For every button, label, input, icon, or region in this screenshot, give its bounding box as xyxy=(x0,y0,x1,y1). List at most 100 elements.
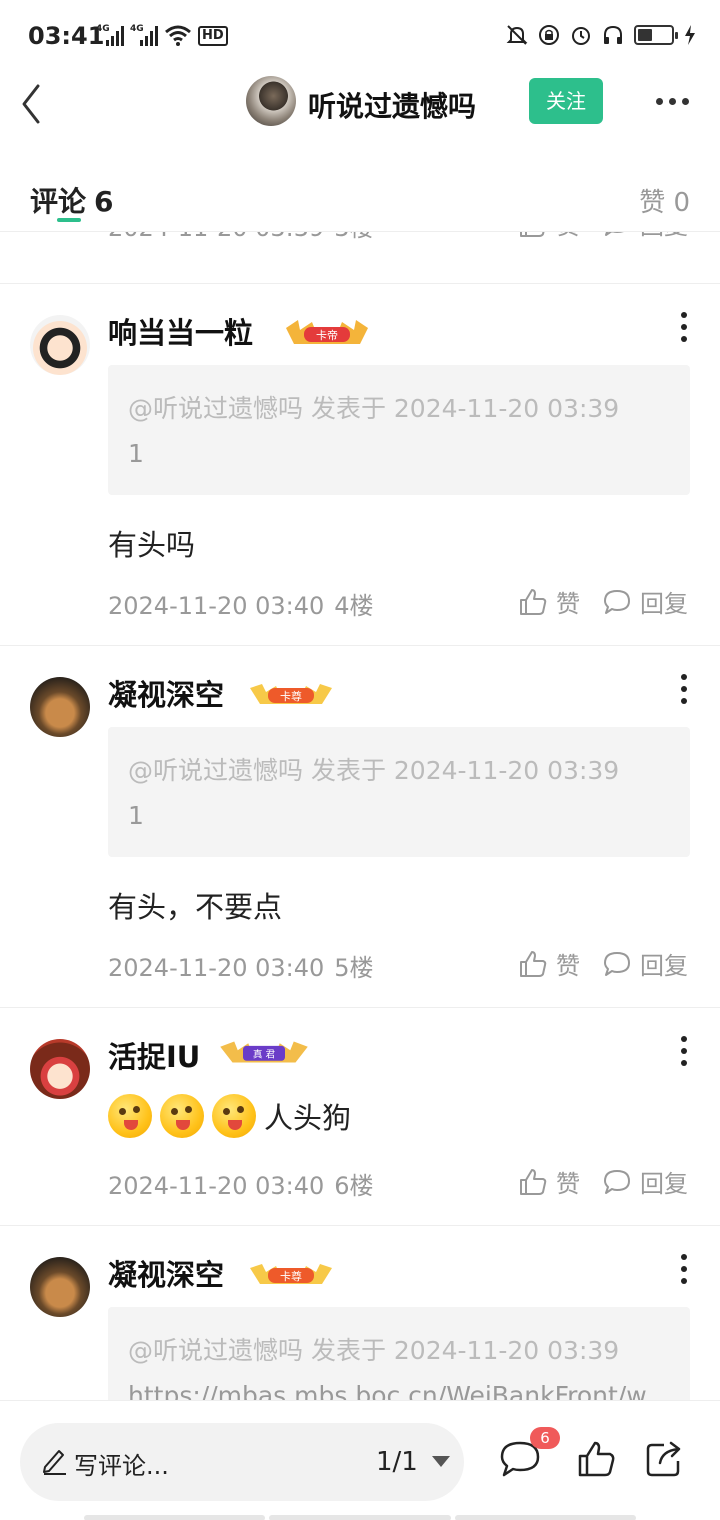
comment-tabs: 评论 6 赞 0 xyxy=(0,164,720,232)
avatar[interactable] xyxy=(30,1039,90,1099)
thumbs-up-icon[interactable] xyxy=(576,1439,616,1479)
quote-text[interactable]: https://mbas.mbs.boc.cn/WeiBankFront/w xyxy=(128,1381,670,1400)
tab-comments[interactable]: 评论 6 xyxy=(30,180,114,220)
comment-time: 2024-11-20 03:40 xyxy=(108,1172,325,1200)
comment-list[interactable]: 2024-11-20 03:39 3楼 赞 回复 响当当一粒 卡帝 @听说过遗憾吗… xyxy=(0,232,720,1400)
gesture-bar xyxy=(84,1515,636,1520)
signal-icon: 4G xyxy=(96,24,124,46)
page-header: 听说过遗憾吗 关注 xyxy=(0,72,720,136)
headphones-icon xyxy=(604,25,622,44)
thumbs-up-icon xyxy=(520,588,547,615)
tab-comments-count: 6 xyxy=(94,185,114,218)
reply-button[interactable]: 回复 xyxy=(602,946,688,981)
wifi-icon xyxy=(165,25,191,46)
comment-meta: 2024-11-20 03:39 3楼 xyxy=(108,232,374,243)
follow-button[interactable]: 关注 xyxy=(529,78,603,124)
speech-bubble-icon xyxy=(604,589,630,614)
comment-item: 2024-11-20 03:39 3楼 赞 回复 xyxy=(0,232,720,284)
system-indicators xyxy=(506,24,696,46)
hd-icon: HD xyxy=(198,26,228,46)
comment-meta: 2024-11-20 03:40 5楼 xyxy=(108,948,374,983)
bottom-bar: 写评论... 1/1 6 xyxy=(0,1400,720,1520)
comment-count-badge: 6 xyxy=(530,1427,560,1449)
comment-menu-icon[interactable] xyxy=(680,312,688,342)
quoted-comment[interactable]: @听说过遗憾吗 发表于 2024-11-20 03:39 1 xyxy=(108,727,690,857)
more-options-icon[interactable] xyxy=(652,86,692,116)
comment-item: 凝视深空 卡尊 @听说过遗憾吗 发表于 2024-11-20 03:39 htt… xyxy=(0,1226,720,1400)
bell-off-icon xyxy=(506,25,528,45)
comment-meta: 2024-11-20 03:40 4楼 xyxy=(108,586,374,621)
comment-time: 2024-11-20 03:40 xyxy=(108,592,325,620)
write-comment-input[interactable]: 写评论... 1/1 xyxy=(20,1423,464,1501)
commenter-name[interactable]: 凝视深空 xyxy=(108,672,224,714)
comment-text: 人头狗 xyxy=(108,1094,351,1138)
chevron-down-icon[interactable] xyxy=(432,1456,450,1467)
comment-item: 凝视深空 卡尊 @听说过遗憾吗 发表于 2024-11-20 03:39 1 有… xyxy=(0,646,720,1008)
commenter-name[interactable]: 活捉IU xyxy=(108,1034,200,1076)
like-button[interactable]: 赞 xyxy=(518,232,580,241)
author-avatar[interactable] xyxy=(246,76,296,126)
like-label: 赞 xyxy=(556,1170,580,1198)
pencil-icon xyxy=(43,1450,66,1475)
like-label: 赞 xyxy=(556,590,580,618)
emoji-icon xyxy=(108,1094,152,1138)
page-indicator[interactable]: 1/1 xyxy=(376,1447,418,1477)
comment-floor: 4楼 xyxy=(334,592,374,620)
comment-time: 2024-11-20 03:40 xyxy=(108,954,325,982)
quote-header: @听说过遗憾吗 发表于 2024-11-20 03:39 xyxy=(128,756,620,785)
comment-menu-icon[interactable] xyxy=(680,1254,688,1284)
share-icon[interactable] xyxy=(644,1439,684,1479)
quote-text: 1 xyxy=(128,801,144,830)
lock-rotation-icon xyxy=(539,25,559,45)
rank-badge-label: 卡尊 xyxy=(280,689,302,703)
rank-badge-label: 卡尊 xyxy=(280,1269,302,1283)
battery-icon xyxy=(634,25,678,45)
like-button[interactable]: 赞 xyxy=(518,584,580,619)
comment-time: 2024-11-20 03:39 xyxy=(108,232,324,242)
status-time: 03:41 xyxy=(28,22,105,50)
thumbs-up-icon xyxy=(520,1168,547,1195)
comment-menu-icon[interactable] xyxy=(680,674,688,704)
commenter-name[interactable]: 凝视深空 xyxy=(108,1252,224,1294)
network-indicators: 4G 4G HD xyxy=(96,24,228,46)
reply-button[interactable]: 回复 xyxy=(602,232,688,241)
comment-text-content: 人头狗 xyxy=(264,1101,352,1135)
avatar[interactable] xyxy=(30,677,90,737)
speech-bubble-icon xyxy=(604,1169,630,1194)
reply-label: 回复 xyxy=(640,232,688,241)
reply-button[interactable]: 回复 xyxy=(602,1164,688,1199)
rank-badge: 卡尊 xyxy=(250,684,332,704)
alarm-icon xyxy=(572,27,590,45)
signal-icon: 4G xyxy=(130,24,158,46)
comment-item: 响当当一粒 卡帝 @听说过遗憾吗 发表于 2024-11-20 03:39 1 … xyxy=(0,284,720,646)
reply-label: 回复 xyxy=(640,590,688,618)
rank-badge: 真 君 xyxy=(220,1041,308,1063)
avatar[interactable] xyxy=(30,315,90,375)
comment-text: 有头吗 xyxy=(108,528,196,562)
quoted-comment[interactable]: @听说过遗憾吗 发表于 2024-11-20 03:39 https://mba… xyxy=(108,1307,690,1400)
quoted-comment[interactable]: @听说过遗憾吗 发表于 2024-11-20 03:39 1 xyxy=(108,365,690,495)
write-comment-placeholder: 写评论... xyxy=(74,1452,169,1480)
author-name[interactable]: 听说过遗憾吗 xyxy=(308,85,476,125)
like-button[interactable]: 赞 xyxy=(518,946,580,981)
emoji-icon xyxy=(212,1094,256,1138)
comment-floor: 5楼 xyxy=(334,954,374,982)
rank-badge: 卡尊 xyxy=(250,1264,332,1284)
rank-badge-label: 真 君 xyxy=(253,1048,276,1060)
like-button[interactable]: 赞 xyxy=(518,1164,580,1199)
thumbs-up-icon xyxy=(520,232,545,237)
quote-header: @听说过遗憾吗 发表于 2024-11-20 03:39 xyxy=(128,394,620,423)
comment-floor: 3楼 xyxy=(334,232,373,242)
comment-menu-icon[interactable] xyxy=(680,1036,688,1066)
quote-header: @听说过遗憾吗 发表于 2024-11-20 03:39 xyxy=(128,1336,620,1365)
tab-likes[interactable]: 赞 0 xyxy=(639,182,690,219)
commenter-name[interactable]: 响当当一粒 xyxy=(108,310,253,352)
emoji-icon xyxy=(160,1094,204,1138)
avatar[interactable] xyxy=(30,1257,90,1317)
comment-meta: 2024-11-20 03:40 6楼 xyxy=(108,1166,374,1201)
charging-icon xyxy=(685,25,695,45)
speech-bubble-icon xyxy=(604,951,630,976)
reply-button[interactable]: 回复 xyxy=(602,584,688,619)
back-arrow-icon[interactable] xyxy=(12,78,56,126)
quote-text: 1 xyxy=(128,439,144,468)
